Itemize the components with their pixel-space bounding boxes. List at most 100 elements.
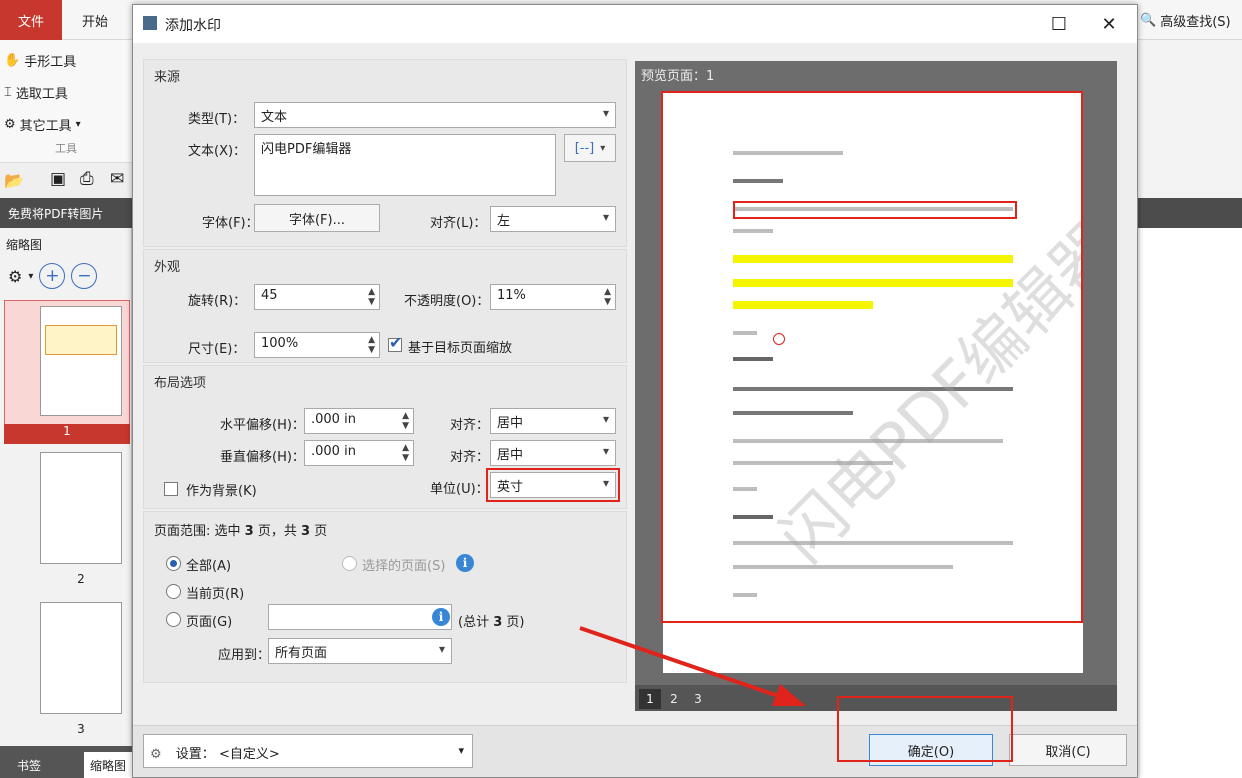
font-button[interactable]: 字体(F)... xyxy=(254,204,380,232)
info-icon[interactable]: i xyxy=(456,554,474,572)
h-align-select[interactable]: 居中 xyxy=(490,408,616,434)
hand-icon: ✋ xyxy=(4,52,21,68)
select-cursor-icon: ⌶ xyxy=(4,84,12,100)
v-align-select[interactable]: 居中 xyxy=(490,440,616,466)
tab-file[interactable]: 文件 xyxy=(0,0,62,40)
current-page-radio[interactable] xyxy=(166,584,181,599)
text-label: 文本(X)： xyxy=(188,144,247,159)
thumbnail-panel: 缩略图 ⚙ ▾ + − 1 2 3 xyxy=(0,228,132,746)
tab-bookmarks[interactable]: 书签 xyxy=(0,752,58,778)
watermark-text-input[interactable]: 闪电PDF编辑器 xyxy=(254,134,556,196)
settings-label: 设置： xyxy=(175,747,215,762)
quick-access-bar: 📂 ▣ ⎙ ✉ xyxy=(0,162,132,198)
search-icon: 🔍 xyxy=(1140,12,1157,28)
advanced-search-label: 高级查找(S) xyxy=(1160,14,1231,30)
pages-input[interactable] xyxy=(268,604,452,630)
h-align-label: 对齐： xyxy=(450,418,490,433)
total-count: 3 xyxy=(301,524,311,539)
select-tool-button[interactable]: ⌶ 选取工具 xyxy=(4,78,128,106)
thumbnail-number: 3 xyxy=(77,722,85,736)
total-pages-note: (总计 3 页) xyxy=(458,611,524,630)
folder-icon[interactable]: 📂 xyxy=(4,171,24,190)
settings-icon: ⚙ xyxy=(150,747,162,762)
save-icon[interactable]: ▣ xyxy=(50,169,66,189)
size-spinbox[interactable]: 100% ▲ ▼ xyxy=(254,332,380,358)
settings-icon[interactable]: ⚙ xyxy=(8,267,22,286)
document-tab-label[interactable]: 免费将PDF转图片 xyxy=(8,205,103,222)
background-checkbox[interactable] xyxy=(164,482,178,496)
dialog-title: 添加水印 xyxy=(165,18,221,34)
h-offset-spinbox[interactable]: .000 in ▲ ▼ xyxy=(304,408,414,434)
opacity-label: 不透明度(O)： xyxy=(404,294,490,309)
size-label: 尺寸(E)： xyxy=(188,342,246,357)
tab-start[interactable]: 开始 xyxy=(62,0,128,40)
dialog-footer: ⚙ 设置： <自定义> ▾ 确定(O) 取消(C) xyxy=(133,696,1137,777)
preview-label: 预览页面：1 xyxy=(641,69,715,84)
scale-checkbox[interactable]: ✔ xyxy=(388,333,402,352)
chevron-down-icon[interactable]: ▾ xyxy=(28,271,33,282)
thumbnail-page-2[interactable] xyxy=(40,452,122,564)
spinner-arrows-icon[interactable]: ▲ ▼ xyxy=(368,287,375,307)
tab-thumbnails[interactable]: 缩略图 xyxy=(84,752,132,778)
other-tools-button[interactable]: ⚙ 其它工具 ▾ xyxy=(4,110,128,138)
spinner-arrows-icon[interactable]: ▲ ▼ xyxy=(368,335,375,355)
all-pages-label: 全部(A) xyxy=(186,559,232,574)
h-offset-label: 水平偏移(H)： xyxy=(220,418,305,433)
zoom-in-icon[interactable]: + xyxy=(39,263,66,289)
hand-tool-button[interactable]: ✋ 手形工具 xyxy=(4,46,128,74)
rotate-label: 旋转(R)： xyxy=(188,294,247,309)
thumbnail-panel-title: 缩略图 xyxy=(6,238,43,252)
other-tools-label: 其它工具 xyxy=(19,118,72,134)
dialog-titlebar: 添加水印 ☐ ✕ xyxy=(133,5,1137,43)
thumbnail-page-3[interactable] xyxy=(40,602,122,714)
page-range-title: 页面范围: 选中 3 页，共 3 页 xyxy=(154,520,327,539)
cancel-button[interactable]: 取消(C) xyxy=(1009,734,1127,766)
page-range-prefix: 页面范围: 选中 xyxy=(154,524,241,539)
insert-variable-label: [--] xyxy=(574,140,595,156)
thumbnail-number: 1 xyxy=(4,424,130,444)
close-button[interactable]: ✕ xyxy=(1089,9,1129,39)
ok-highlight-box xyxy=(837,696,1013,762)
spinner-arrows-icon[interactable]: ▲ ▼ xyxy=(604,287,611,307)
font-label: 字体(F)： xyxy=(202,216,259,231)
thumbnail-page-1[interactable] xyxy=(40,306,122,416)
settings-select[interactable]: ⚙ 设置： <自定义> ▾ xyxy=(143,734,473,768)
selected-count: 3 xyxy=(244,524,254,539)
thumbnail-number: 2 xyxy=(77,572,85,586)
rotate-spinbox[interactable]: 45 ▲ ▼ xyxy=(254,284,380,310)
hand-tool-label: 手形工具 xyxy=(24,54,77,70)
total-note-prefix: (总计 xyxy=(458,615,490,630)
all-pages-radio[interactable] xyxy=(166,556,181,571)
page-range-section: 页面范围: 选中 3 页，共 3 页 全部(A) 选择的页面(S) i 当前页(… xyxy=(143,511,627,683)
selected-pages-radio[interactable] xyxy=(342,556,357,571)
maximize-button[interactable]: ☐ xyxy=(1039,9,1079,39)
gear-icon: ⚙ xyxy=(4,116,16,132)
info-icon[interactable]: i xyxy=(432,608,450,626)
type-select[interactable]: 文本 xyxy=(254,102,616,128)
tools-group-caption: 工具 xyxy=(55,142,77,155)
background-checkbox-label: 作为背景(K) xyxy=(186,484,257,499)
align-select[interactable]: 左 xyxy=(490,206,616,232)
chevron-down-icon: ▾ xyxy=(600,142,606,154)
insert-variable-button[interactable]: [--] ▾ xyxy=(564,134,616,162)
print-icon[interactable]: ⎙ xyxy=(80,169,94,189)
document-area xyxy=(1140,228,1242,778)
apply-to-select[interactable]: 所有页面 xyxy=(268,638,452,664)
opacity-value: 11% xyxy=(497,288,526,303)
rotate-value: 45 xyxy=(261,288,278,303)
zoom-out-icon[interactable]: − xyxy=(71,263,98,289)
preview-highlight-box xyxy=(661,91,1083,623)
opacity-spinbox[interactable]: 11% ▲ ▼ xyxy=(490,284,616,310)
spinner-arrows-icon[interactable]: ▲ ▼ xyxy=(402,443,409,463)
layout-section: 布局选项 水平偏移(H)： .000 in ▲▼ 对齐： 居中 垂直偏移(H)：… xyxy=(143,365,627,509)
settings-value: <自定义> xyxy=(218,747,280,762)
watermark-icon xyxy=(143,16,157,30)
checkmark-icon: ✔ xyxy=(389,333,403,352)
v-offset-spinbox[interactable]: .000 in ▲ ▼ xyxy=(304,440,414,466)
panel-tab-bar: 书签 缩略图 xyxy=(0,746,132,778)
pages-radio[interactable] xyxy=(166,612,181,627)
mail-icon[interactable]: ✉ xyxy=(110,169,124,189)
spinner-arrows-icon[interactable]: ▲ ▼ xyxy=(402,411,409,431)
advanced-search-button[interactable]: 🔍 高级查找(S) xyxy=(1140,0,1242,40)
type-label: 类型(T)： xyxy=(188,112,246,127)
